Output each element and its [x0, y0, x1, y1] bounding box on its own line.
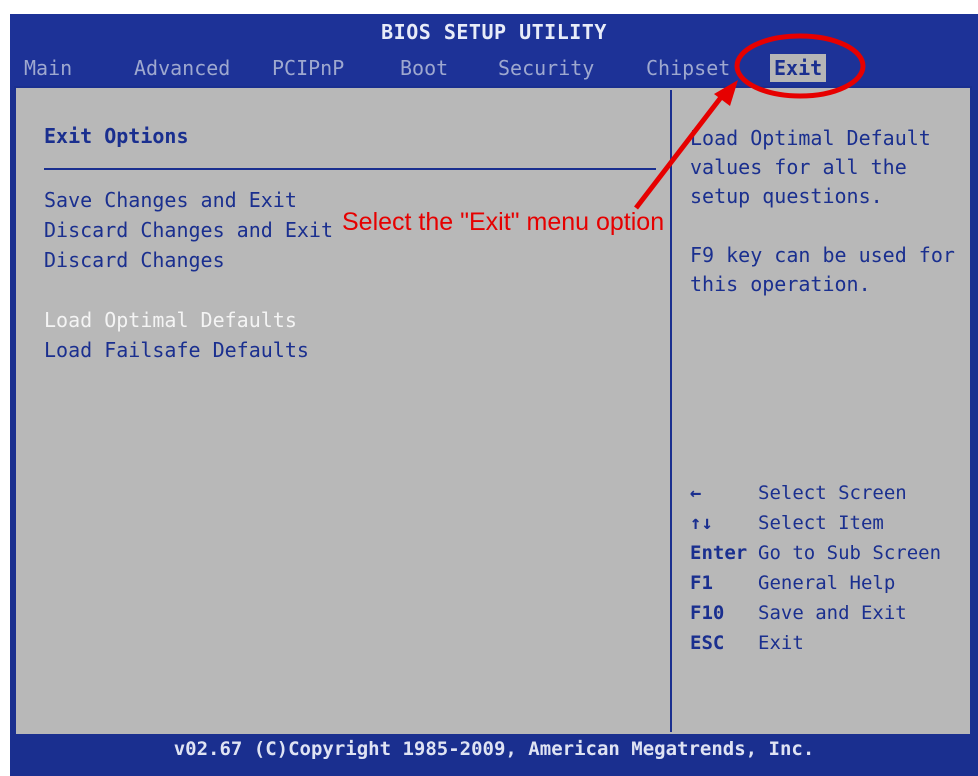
- key-row: ESC Exit: [690, 628, 941, 658]
- key-action: Go to Sub Screen: [758, 542, 942, 564]
- menu-boot[interactable]: Boot: [396, 54, 452, 82]
- heading-divider: [44, 168, 656, 170]
- help-text: Load Optimal Default values for all the …: [690, 124, 960, 329]
- exit-options-pane: Exit Options Save Changes and Exit Disca…: [18, 90, 672, 732]
- key-row: ← Select Screen: [690, 478, 941, 508]
- menu-main[interactable]: Main: [20, 54, 76, 82]
- option-load-failsafe-defaults[interactable]: Load Failsafe Defaults: [44, 338, 309, 362]
- key-f1: F1: [690, 572, 713, 594]
- option-discard-changes-exit[interactable]: Discard Changes and Exit: [44, 218, 333, 242]
- copyright-footer: v02.67 (C)Copyright 1985-2009, American …: [173, 738, 815, 760]
- key-row: ↑↓ Select Item: [690, 508, 941, 538]
- key-action: Exit: [758, 632, 804, 654]
- key-row: Enter Go to Sub Screen: [690, 538, 941, 568]
- help-line-1: Load Optimal Default values for all the …: [690, 126, 931, 208]
- key-action: General Help: [758, 572, 896, 594]
- help-pane: Load Optimal Default values for all the …: [684, 90, 968, 732]
- menu-chipset[interactable]: Chipset: [642, 54, 734, 82]
- key-action: Save and Exit: [758, 602, 907, 624]
- page-title: BIOS SETUP UTILITY: [381, 20, 607, 44]
- key-legend: ← Select Screen ↑↓ Select Item Enter Go to …: [690, 478, 941, 658]
- key-action: Select Screen: [758, 482, 907, 504]
- key-f10: F10: [690, 602, 725, 624]
- option-save-changes-exit[interactable]: Save Changes and Exit: [44, 188, 297, 212]
- menu-advanced[interactable]: Advanced: [130, 54, 234, 82]
- menu-exit[interactable]: Exit: [770, 54, 827, 82]
- option-discard-changes[interactable]: Discard Changes: [44, 248, 225, 272]
- menu-security[interactable]: Security: [494, 54, 598, 82]
- key-esc: ESC: [690, 632, 725, 654]
- exit-options-heading: Exit Options: [44, 124, 189, 148]
- arrow-left-icon: ←: [690, 482, 702, 504]
- option-load-optimal-defaults[interactable]: Load Optimal Defaults: [44, 308, 297, 332]
- help-line-2: F9 key can be used for this operation.: [690, 243, 955, 296]
- key-row: F1 General Help: [690, 568, 941, 598]
- arrow-updown-icon: ↑↓: [690, 512, 713, 534]
- menu-pcipnp[interactable]: PCIPnP: [268, 54, 348, 82]
- key-row: F10 Save and Exit: [690, 598, 941, 628]
- menu-bar: Main Advanced PCIPnP Boot Security Chips…: [10, 52, 978, 86]
- key-enter: Enter: [690, 542, 748, 564]
- key-action: Select Item: [758, 512, 884, 534]
- main-panel: Exit Options Save Changes and Exit Disca…: [14, 86, 972, 736]
- annotation-text: Select the "Exit" menu option: [342, 208, 665, 236]
- bios-screen: BIOS SETUP UTILITY Main Advanced PCIPnP …: [10, 14, 978, 776]
